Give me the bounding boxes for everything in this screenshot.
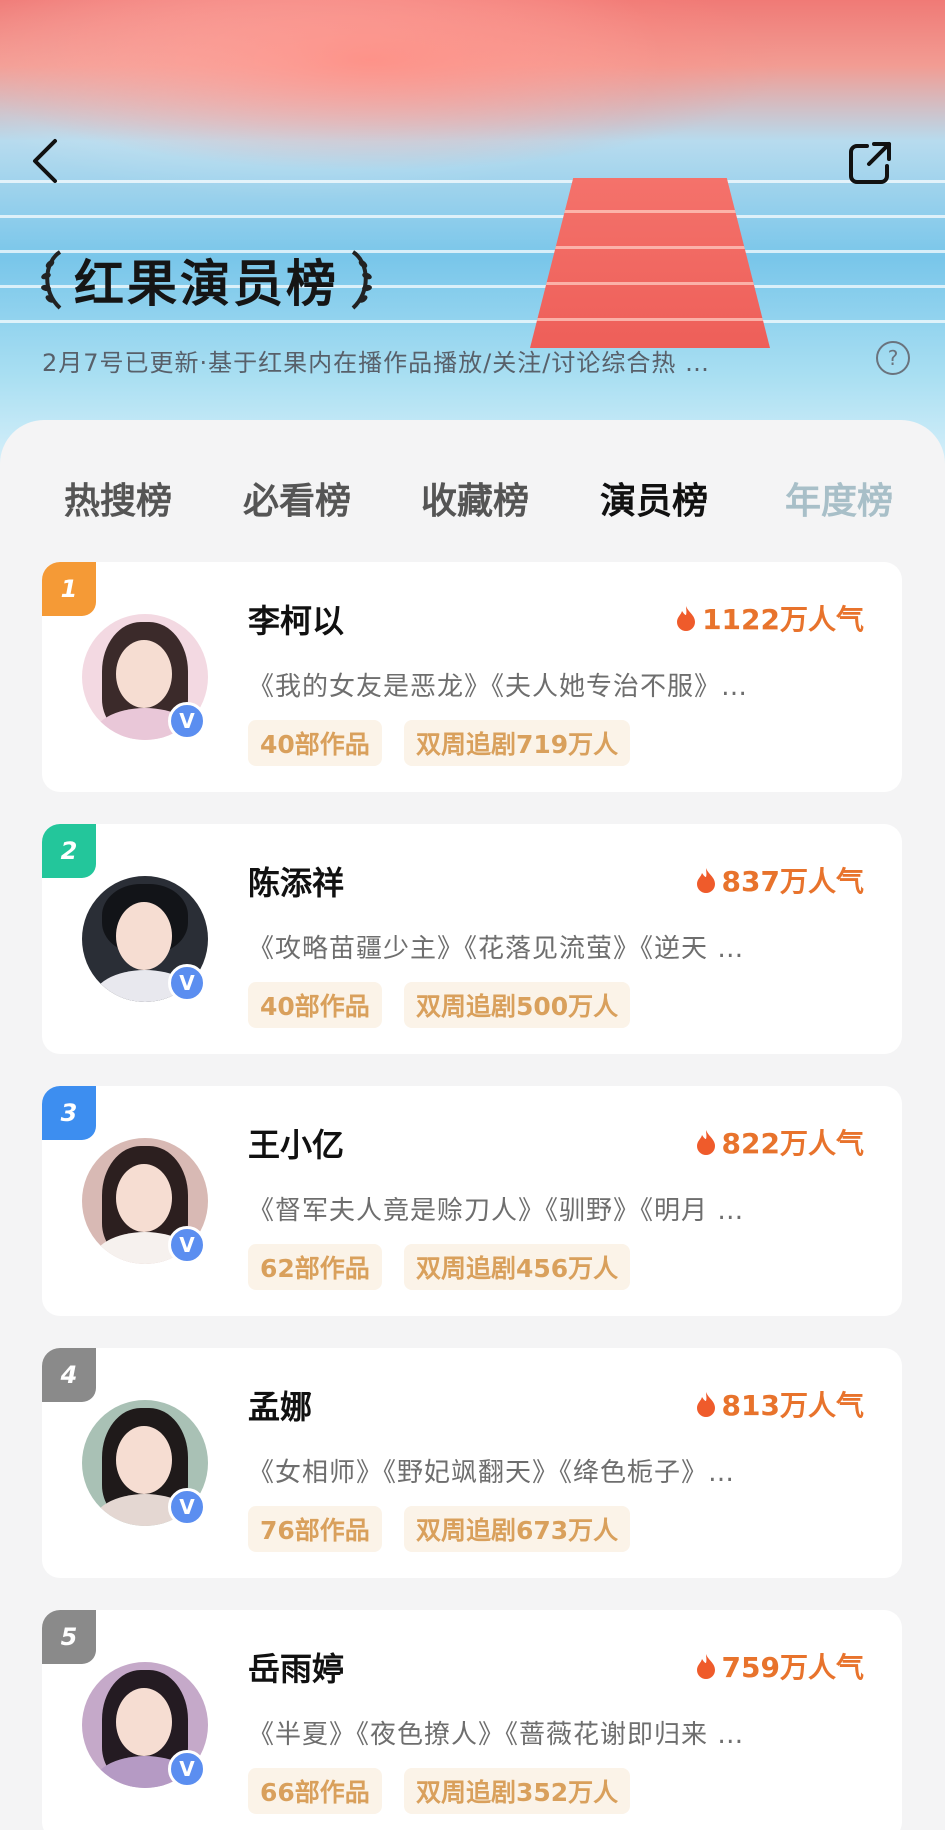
works-list: 《攻略苗疆少主》《花落见流萤》《逆天 …	[248, 934, 745, 964]
works-list: 《女相师》《野妃飒翻天》《绛色栀子》…	[248, 1458, 736, 1488]
popularity: 822万人气	[696, 1122, 864, 1162]
title-row: 红果演员榜	[38, 245, 375, 315]
tab-bar: 热搜榜 必看榜 收藏榜 演员榜 年度榜	[0, 458, 945, 538]
update-subtitle: 2月7号已更新·基于红果内在播作品播放/关注/讨论综合热 …	[42, 349, 710, 377]
flame-icon	[696, 868, 715, 893]
rank-badge: 3	[42, 1086, 96, 1140]
popularity: 813万人气	[696, 1384, 864, 1424]
works-list: 《督军夫人竟是赊刀人》《驯野》《明月 …	[248, 1196, 745, 1226]
flame-icon	[696, 1130, 715, 1155]
actor-name: 孟娜	[248, 1388, 313, 1426]
actor-card[interactable]: 5 V 岳雨婷 759万人气 《半夏》《夜色撩人》《蔷薇花谢即归来 … 66部作…	[42, 1610, 902, 1830]
laurel-left-icon	[41, 250, 62, 310]
popularity-value: 813万人气	[721, 1389, 864, 1422]
follow-count-tag: 双周追剧352万人	[404, 1768, 631, 1814]
works-count-tag: 62部作品	[248, 1244, 382, 1290]
tab-actors[interactable]: 演员榜	[600, 472, 708, 524]
tab-favorites[interactable]: 收藏榜	[421, 472, 529, 524]
works-list: 《我的女友是恶龙》《夫人她专治不服》…	[248, 672, 749, 702]
actor-card[interactable]: 4 V 孟娜 813万人气 《女相师》《野妃飒翻天》《绛色栀子》… 76部作品 …	[42, 1348, 902, 1578]
actor-name: 李柯以	[248, 602, 345, 640]
popularity-value: 837万人气	[721, 865, 864, 898]
popularity: 837万人气	[696, 860, 864, 900]
tab-hot-search[interactable]: 热搜榜	[64, 472, 172, 524]
verified-icon: V	[168, 1488, 206, 1526]
rank-badge: 1	[42, 562, 96, 616]
works-count-tag: 40部作品	[248, 720, 382, 766]
works-list: 《半夏》《夜色撩人》《蔷薇花谢即归来 …	[248, 1720, 745, 1750]
help-icon[interactable]: ?	[876, 341, 910, 375]
tab-must-watch[interactable]: 必看榜	[243, 472, 351, 524]
follow-count-tag: 双周追剧673万人	[404, 1506, 631, 1552]
share-button[interactable]	[844, 137, 896, 189]
verified-icon: V	[168, 1750, 206, 1788]
popularity-value: 759万人气	[721, 1651, 864, 1684]
verified-icon: V	[168, 1226, 206, 1264]
actor-card[interactable]: 2 V 陈添祥 837万人气 《攻略苗疆少主》《花落见流萤》《逆天 … 40部作…	[42, 824, 902, 1054]
tab-annual[interactable]: 年度榜	[785, 472, 893, 524]
follow-count-tag: 双周追剧500万人	[404, 982, 631, 1028]
follow-count-tag: 双周追剧456万人	[404, 1244, 631, 1290]
banner-glow	[0, 0, 820, 180]
popularity: 1122万人气	[676, 598, 864, 638]
rank-badge: 5	[42, 1610, 96, 1664]
follow-count-tag: 双周追剧719万人	[404, 720, 631, 766]
works-count-tag: 76部作品	[248, 1506, 382, 1552]
ranking-panel: 热搜榜 必看榜 收藏榜 演员榜 年度榜 1 V 李柯以 1122万人气 《我的女…	[0, 420, 945, 1830]
actor-name: 岳雨婷	[248, 1650, 345, 1688]
flame-icon	[696, 1654, 715, 1679]
popularity-value: 1122万人气	[702, 603, 864, 636]
header-banner	[0, 0, 945, 470]
share-icon	[849, 142, 891, 184]
back-arrow-icon	[33, 139, 57, 183]
verified-icon: V	[168, 702, 206, 740]
actor-card[interactable]: 3 V 王小亿 822万人气 《督军夫人竟是赊刀人》《驯野》《明月 … 62部作…	[42, 1086, 902, 1316]
actor-card[interactable]: 1 V 李柯以 1122万人气 《我的女友是恶龙》《夫人她专治不服》… 40部作…	[42, 562, 902, 792]
rank-badge: 4	[42, 1348, 96, 1402]
actor-name: 陈添祥	[248, 864, 345, 902]
flame-icon	[677, 606, 696, 631]
popularity: 759万人气	[696, 1646, 864, 1686]
back-button[interactable]	[22, 135, 66, 187]
works-count-tag: 66部作品	[248, 1768, 382, 1814]
laurel-right-icon	[351, 250, 372, 310]
flame-icon	[696, 1392, 715, 1417]
page-title: 红果演员榜	[74, 255, 339, 313]
verified-icon: V	[168, 964, 206, 1002]
popularity-value: 822万人气	[721, 1127, 864, 1160]
rank-badge: 2	[42, 824, 96, 878]
actor-name: 王小亿	[248, 1126, 345, 1164]
works-count-tag: 40部作品	[248, 982, 382, 1028]
